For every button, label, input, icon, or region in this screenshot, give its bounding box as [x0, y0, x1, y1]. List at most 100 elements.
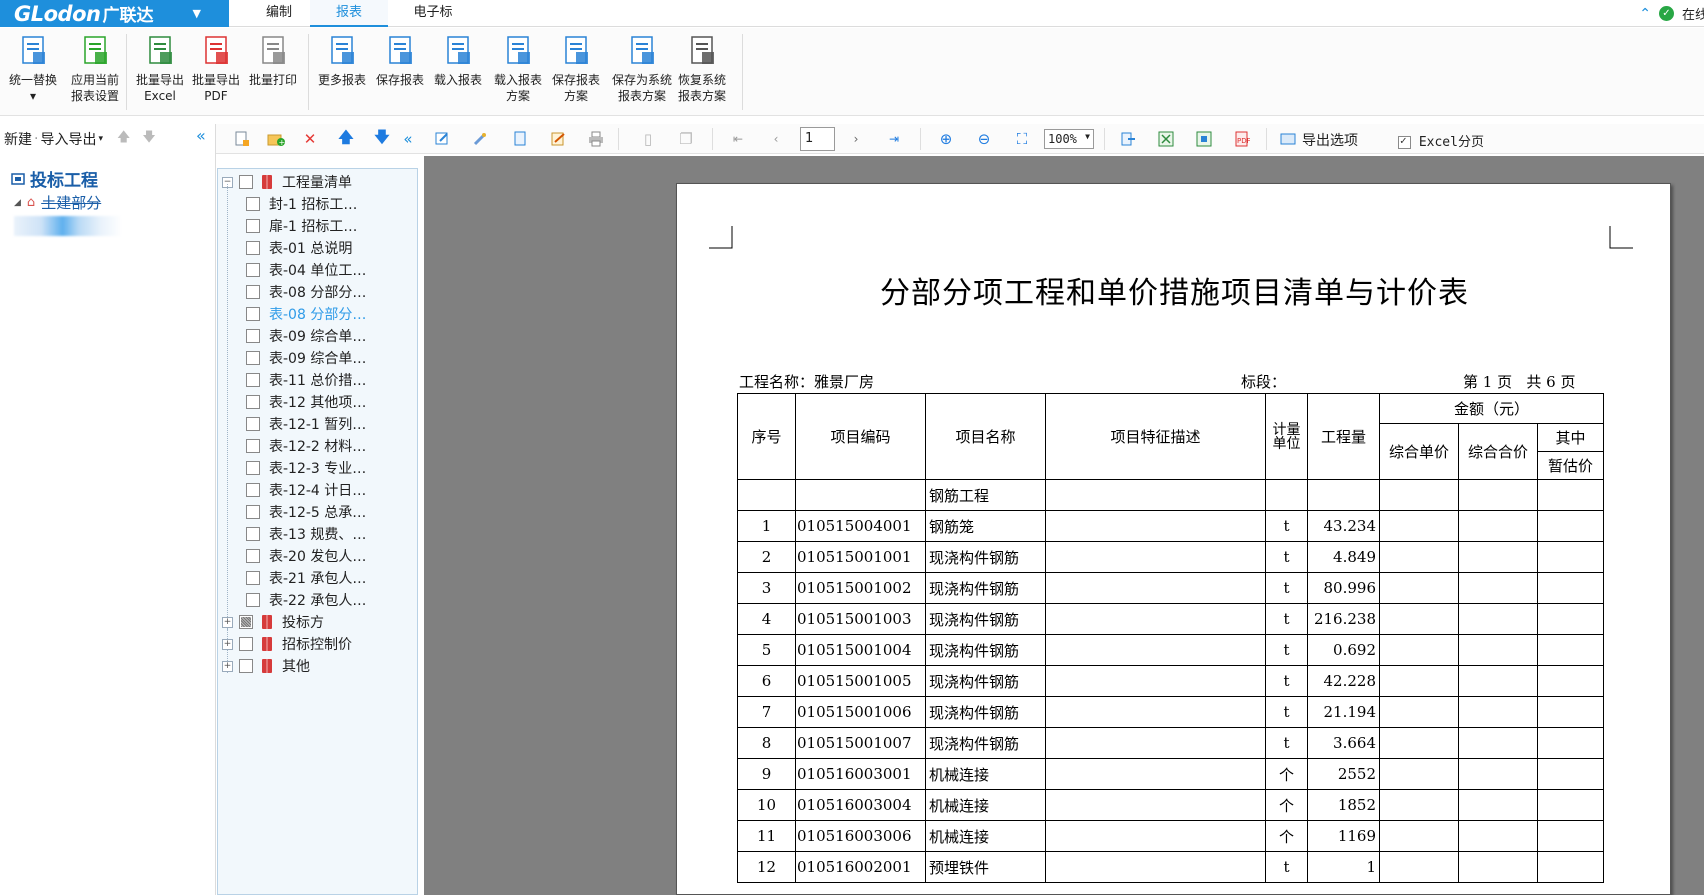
single-page-icon[interactable]: ▯	[638, 129, 658, 149]
excel-paging-toggle[interactable]: Excel分页	[1398, 131, 1484, 150]
collapse-tree-icon[interactable]: «	[398, 129, 418, 149]
tree-item[interactable]: 表-20 发包人…	[246, 545, 366, 567]
tab-edit[interactable]: 编制	[248, 0, 310, 27]
prev-page-icon[interactable]: ‹	[766, 129, 786, 149]
tree-item[interactable]: 表-22 承包人…	[246, 589, 366, 611]
export-icon[interactable]	[1118, 129, 1138, 149]
ribbon-button-3[interactable]: 批量导出 PDF	[188, 34, 244, 104]
tree-checkbox[interactable]	[246, 329, 260, 343]
tree-checkbox[interactable]	[246, 549, 260, 563]
tree-root-item[interactable]: − 工程量清单	[222, 171, 352, 193]
tree-checkbox[interactable]	[246, 241, 260, 255]
tree-item[interactable]: 表-12 其他项…	[246, 391, 366, 413]
tree-item[interactable]: 表-12-5 总承…	[246, 501, 366, 523]
tree-checkbox[interactable]	[246, 505, 260, 519]
tree-checkbox[interactable]	[246, 395, 260, 409]
tree-checkbox[interactable]	[246, 197, 260, 211]
tree-item[interactable]: 表-09 综合单…	[246, 325, 366, 347]
zoom-select[interactable]: 100% ▼	[1044, 129, 1094, 149]
expand-icon[interactable]: +	[222, 638, 233, 650]
zoom-out-icon[interactable]: ⊖	[974, 129, 994, 149]
excel-paging-checkbox[interactable]	[1398, 134, 1411, 149]
zoom-in-icon[interactable]: ⊕	[936, 129, 956, 149]
export-options-button[interactable]: 导出选项	[1302, 130, 1358, 150]
tree-checkbox[interactable]	[239, 615, 253, 629]
tree-checkbox[interactable]	[246, 373, 260, 387]
app-menu-button[interactable]: GLodon 广联达 ▼	[0, 0, 229, 27]
design-icon[interactable]	[470, 129, 490, 149]
ribbon-button-5[interactable]: 更多报表	[314, 34, 370, 88]
tree-item[interactable]: 表-01 总说明	[246, 237, 352, 259]
edit-content-icon[interactable]	[548, 129, 568, 149]
tree-item[interactable]: 表-11 总价措…	[246, 369, 366, 391]
arrow-down-icon[interactable]: 🡇	[142, 128, 155, 150]
first-page-icon[interactable]: ⇤	[728, 129, 748, 149]
move-down-icon[interactable]: 🡇	[372, 128, 392, 149]
last-page-icon[interactable]: ⇥	[884, 129, 904, 149]
ribbon-button-10[interactable]: 保存为系统 报表方案	[608, 34, 676, 104]
tree-checkbox[interactable]	[246, 593, 260, 607]
tree-checkbox[interactable]	[246, 219, 260, 233]
tree-item[interactable]: 表-12-4 计日…	[246, 479, 366, 501]
tree-item[interactable]: 表-21 承包人…	[246, 567, 366, 589]
delete-icon[interactable]: ✕	[300, 129, 320, 149]
ribbon-button-2[interactable]: 批量导出 Excel	[132, 34, 188, 104]
tree-item[interactable]: 表-09 综合单…	[246, 347, 366, 369]
ribbon-button-7[interactable]: 载入报表	[430, 34, 486, 88]
tree-checkbox[interactable]	[246, 307, 260, 321]
import-export-button[interactable]: 导入导出	[40, 129, 96, 149]
tree-checkbox[interactable]	[246, 439, 260, 453]
add-folder-icon[interactable]: +	[266, 129, 286, 149]
tree-checkbox[interactable]	[239, 637, 253, 651]
tree-checkbox[interactable]	[239, 659, 253, 673]
ribbon-button-9[interactable]: 保存报表 方案	[548, 34, 604, 104]
export-options-icon[interactable]	[1278, 129, 1298, 149]
expand-icon[interactable]: +	[222, 616, 233, 628]
project-sub-item[interactable]: ◢ ⌂ 土建部分	[14, 192, 101, 213]
project-root[interactable]: 投标工程	[10, 166, 98, 191]
ribbon-button-8[interactable]: 载入报表 方案	[488, 34, 548, 104]
tree-checkbox[interactable]	[246, 483, 260, 497]
tree-group-item[interactable]: + 投标方	[222, 611, 324, 633]
next-page-icon[interactable]: ›	[846, 129, 866, 149]
tree-item[interactable]: 表-08 分部分…	[246, 281, 366, 303]
move-up-icon[interactable]: 🡅	[336, 128, 356, 149]
arrow-up-icon[interactable]: 🡅	[117, 128, 130, 150]
new-button[interactable]: 新建	[4, 129, 32, 149]
fit-page-icon[interactable]: ⛶	[1012, 129, 1032, 149]
tree-item[interactable]: 表-12-1 暂列…	[246, 413, 366, 435]
tree-item[interactable]: 表-12-2 材料…	[246, 435, 366, 457]
collapse-ribbon-icon[interactable]: ⌃	[1639, 6, 1651, 22]
tree-checkbox[interactable]	[239, 175, 253, 189]
tree-item[interactable]: 扉-1 招标工…	[246, 215, 357, 237]
expand-icon[interactable]: +	[222, 660, 233, 672]
page-number-input[interactable]: 1	[800, 127, 835, 151]
tree-item[interactable]: 表-08 分部分…	[246, 303, 366, 325]
ribbon-button-0[interactable]: 统一替换 ▾	[4, 34, 62, 104]
tree-item[interactable]: 封-1 招标工…	[246, 193, 357, 215]
tree-checkbox[interactable]	[246, 571, 260, 585]
export-excel-icon[interactable]	[1156, 129, 1176, 149]
export-excel-all-icon[interactable]	[1194, 129, 1214, 149]
tree-checkbox[interactable]	[246, 461, 260, 475]
ribbon-button-11[interactable]: 恢复系统 报表方案	[672, 34, 732, 104]
edit-report-icon[interactable]	[432, 129, 452, 149]
tab-electronic-bid[interactable]: 电子标	[398, 0, 468, 27]
ribbon-button-6[interactable]: 保存报表	[372, 34, 428, 88]
ribbon-button-1[interactable]: 应用当前 报表设置	[62, 34, 128, 104]
tree-checkbox[interactable]	[246, 417, 260, 431]
ribbon-button-4[interactable]: 批量打印	[246, 34, 300, 88]
tree-item[interactable]: 表-12-3 专业…	[246, 457, 366, 479]
new-report-icon[interactable]	[232, 129, 252, 149]
tree-checkbox[interactable]	[246, 351, 260, 365]
tree-checkbox[interactable]	[246, 263, 260, 277]
tree-checkbox[interactable]	[246, 285, 260, 299]
page-setup-icon[interactable]	[510, 129, 530, 149]
collapse-panel-icon[interactable]: «	[196, 126, 206, 145]
print-icon[interactable]	[586, 129, 606, 149]
tree-group-item[interactable]: + 招标控制价	[222, 633, 352, 655]
multi-page-icon[interactable]: ❐	[676, 129, 696, 149]
export-pdf-icon[interactable]: PDF	[1232, 129, 1252, 149]
tree-group-item[interactable]: + 其他	[222, 655, 310, 677]
tree-item[interactable]: 表-04 单位工…	[246, 259, 366, 281]
